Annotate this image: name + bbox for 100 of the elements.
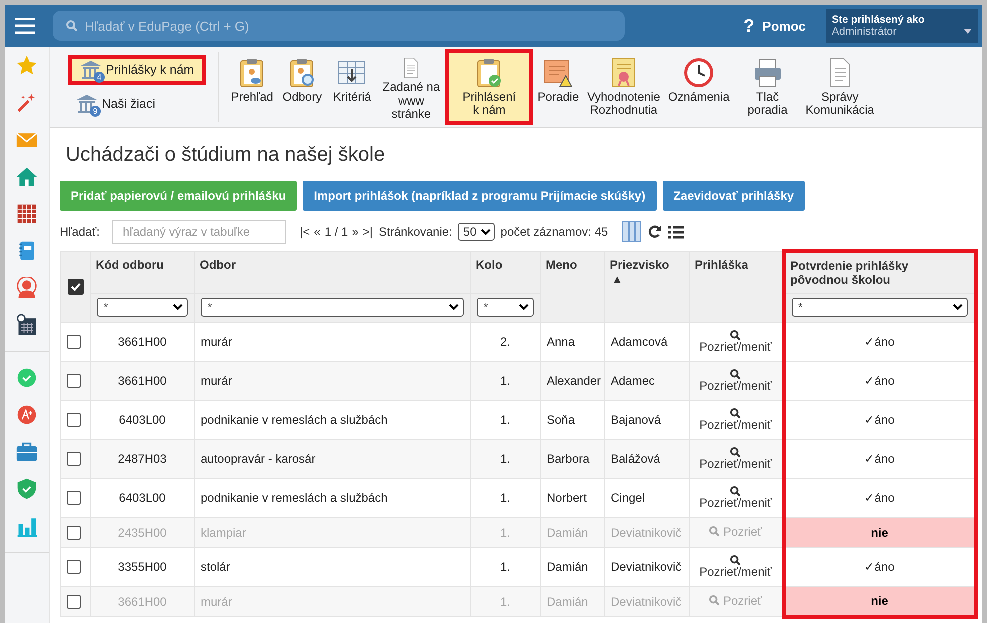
user-menu[interactable]: Ste prihlásený ako Administrátor (826, 9, 978, 43)
toolbar-button[interactable]: Správy Komunikácia (802, 49, 878, 125)
table-cell: klampiar (201, 526, 246, 540)
module-tab[interactable]: 4 Prihlášky k nám (68, 55, 206, 85)
briefcase-icon[interactable] (16, 441, 38, 463)
table-cell: murár (201, 594, 232, 608)
column-header[interactable]: Odbor (200, 258, 236, 272)
toolbar-button[interactable]: Odbory (277, 49, 328, 125)
table-cell: Soňa (547, 413, 576, 427)
column-filter-select[interactable]: * (201, 298, 464, 317)
action-button[interactable]: Zaevidovať prihlášky (662, 181, 806, 211)
row-checkbox[interactable] (67, 452, 81, 466)
column-filter-select[interactable]: * (477, 298, 534, 317)
table-cell: Deviatnikovič (611, 560, 682, 574)
check-badge-icon[interactable] (16, 367, 38, 389)
sort-indicator: ▲ (612, 274, 623, 286)
toolbar-button[interactable]: Poradie (533, 49, 584, 125)
toolbar-button[interactable]: Kritériá (327, 49, 378, 125)
table-cell: 6403L00 (119, 491, 166, 505)
help-button[interactable]: ? Pomoc (744, 16, 806, 36)
table-cell: Norbert (547, 491, 588, 505)
table-cell: 1. (500, 374, 510, 388)
chevron-down-icon (173, 304, 183, 311)
clock-icon (683, 57, 716, 89)
select-all-checkbox[interactable] (68, 278, 84, 295)
refresh-icon[interactable] (648, 225, 662, 239)
table-cell: 2487H03 (118, 452, 167, 466)
search-icon (709, 595, 720, 606)
table-cell: Barbora (547, 452, 590, 466)
table-cell: Deviatnikovič (611, 594, 682, 608)
page-size-select[interactable]: 50 (458, 223, 495, 241)
confirmation-status: ✓áno (864, 413, 895, 427)
toolbar-button[interactable]: Tlač poradia (734, 49, 802, 125)
table-cell: 1. (500, 413, 510, 427)
search-icon (730, 486, 742, 497)
row-checkbox[interactable] (67, 413, 81, 428)
confirmation-status: ✓áno (864, 452, 895, 466)
search-icon (730, 554, 742, 566)
calendar-clock-icon[interactable] (16, 314, 38, 336)
menu-icon[interactable] (15, 18, 35, 34)
toolbar-button[interactable]: Vyhodnotenie Rozhodnutia (583, 49, 664, 125)
table-cell: Cingel (611, 491, 646, 505)
toolbar-button[interactable]: Prihlásení k nám (445, 49, 534, 125)
previous-page-link[interactable]: « (314, 225, 321, 239)
table-cell: murár (201, 335, 232, 349)
column-header[interactable]: Kolo (476, 258, 503, 272)
table-cell: 1. (500, 491, 510, 505)
table-cell: murár (201, 374, 232, 388)
table-cell: Anna (547, 335, 576, 349)
table-cell: 1. (500, 594, 510, 608)
table-search-field[interactable]: hľadaný výraz v tabuľke (112, 220, 286, 244)
search-icon (66, 20, 78, 32)
paging-label: Stránkovanie: (379, 225, 452, 239)
search-icon (730, 368, 742, 380)
row-checkbox[interactable] (67, 335, 81, 350)
confirmation-status: ✓áno (864, 560, 895, 574)
toolbar-button[interactable]: Oznámenia (664, 49, 734, 125)
search-icon (730, 408, 742, 419)
table-cell: autoopravár - karosár (201, 452, 316, 466)
module-tab[interactable]: 9 Naši žiaci (68, 89, 206, 119)
first-page-link[interactable]: |< (300, 225, 310, 239)
list-icon[interactable] (668, 226, 684, 238)
columns-icon[interactable] (622, 221, 642, 243)
toolbar-button[interactable]: Zadané na www stránke (377, 49, 446, 125)
home-icon[interactable] (16, 166, 38, 188)
confirmation-status: ✓áno (864, 491, 895, 505)
person-icon[interactable] (16, 277, 38, 299)
search-field[interactable]: Hľadať v EduPage (Ctrl + G) (53, 11, 625, 41)
row-checkbox[interactable] (67, 374, 81, 388)
action-button[interactable]: Import prihlášok (napríklad z programu Prijímacie skúšky) (303, 181, 657, 211)
calendar-icon[interactable] (16, 203, 38, 225)
table-cell: Damián (547, 594, 588, 608)
column-header[interactable]: Priezvisko (610, 258, 670, 272)
table-cell: Bajanová (611, 413, 662, 427)
checkmark-icon (70, 282, 80, 291)
search-label: Hľadať: (60, 225, 100, 239)
table-cell: podnikanie v remeslách a službách (201, 491, 388, 505)
row-checkbox[interactable] (67, 491, 81, 506)
column-header[interactable]: Meno (546, 258, 578, 272)
last-page-link[interactable]: >| (362, 225, 374, 239)
column-filter-select[interactable]: * (792, 298, 968, 317)
chevron-down-icon (519, 304, 529, 311)
search-icon (709, 526, 720, 538)
count-badge: 4 (94, 72, 105, 83)
toolbar-button[interactable]: Prehľad (227, 49, 278, 125)
user-name: Administrátor (832, 26, 897, 38)
grade-icon[interactable] (16, 404, 38, 426)
star-icon[interactable] (16, 55, 38, 77)
shield-icon[interactable] (16, 478, 38, 500)
table-cell: 3661H00 (118, 374, 167, 388)
column-header[interactable]: Prihláška (695, 258, 748, 272)
column-filter-select[interactable]: * (97, 298, 188, 317)
row-checkbox[interactable] (67, 560, 81, 574)
count-badge: 9 (90, 106, 101, 117)
caret-icon (964, 29, 972, 34)
table-cell: Damián (547, 526, 588, 540)
chevron-down-icon (449, 304, 459, 311)
page-title: Uchádzači o štúdium na našej škole (66, 144, 386, 167)
table-cell: Adamec (611, 374, 656, 388)
next-page-link[interactable]: » (352, 225, 359, 239)
